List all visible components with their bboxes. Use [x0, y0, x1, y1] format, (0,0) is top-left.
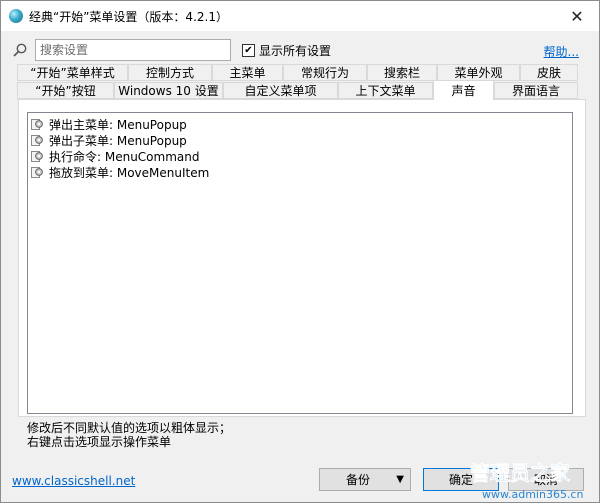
chevron-down-icon: ▼ — [396, 474, 404, 485]
tab-skin[interactable]: 皮肤 — [520, 64, 578, 81]
list-item-label: 拖放到菜单: MoveMenuItem — [49, 165, 210, 180]
tab-search-box[interactable]: 搜索栏 — [367, 64, 437, 81]
title-bar: 经典“开始”菜单设置（版本：4.2.1） ✕ — [1, 1, 599, 31]
sound-settings-icon — [31, 151, 43, 162]
list-item-label: 执行命令: MenuCommand — [49, 149, 200, 164]
list-item[interactable]: 拖放到菜单: MoveMenuItem — [31, 164, 572, 180]
search-icon — [13, 43, 27, 57]
tab-start-button[interactable]: “开始”按钮 — [17, 82, 114, 99]
list-item[interactable]: 弹出子菜单: MenuPopup — [31, 132, 572, 148]
show-all-settings[interactable]: ✔ 显示所有设置 — [242, 42, 331, 59]
app-icon — [9, 9, 23, 23]
show-all-checkbox[interactable]: ✔ — [242, 44, 255, 57]
svg-text:www.admin365.cn: www.admin365.cn — [482, 488, 583, 501]
right-click-hint-note: 右键点击选项显示操作菜单 — [27, 435, 172, 449]
tab-menu-look[interactable]: 菜单外观 — [437, 64, 520, 81]
settings-window: 经典“开始”菜单设置（版本：4.2.1） ✕ ✔ 显示所有设置 帮助... “开… — [0, 0, 600, 503]
backup-button[interactable]: 备份 ▼ — [319, 468, 411, 491]
sound-settings-icon — [31, 135, 43, 146]
tab-main-menu[interactable]: 主菜单 — [212, 64, 283, 81]
list-item-label: 弹出主菜单: MenuPopup — [49, 117, 187, 132]
sound-settings-list[interactable]: 弹出主菜单: MenuPopup 弹出子菜单: MenuPopup 执行命令: … — [27, 112, 573, 414]
tab-windows10-settings[interactable]: Windows 10 设置 — [114, 82, 223, 99]
tab-custom-menu-items[interactable]: 自定义菜单项 — [223, 82, 338, 99]
tab-start-menu-style[interactable]: “开始”菜单样式 — [17, 64, 128, 81]
help-link[interactable]: 帮助... — [544, 43, 579, 60]
sound-settings-icon — [31, 119, 43, 130]
tab-control[interactable]: 控制方式 — [128, 64, 212, 81]
list-item[interactable]: 弹出主菜单: MenuPopup — [31, 116, 572, 132]
list-item-label: 弹出子菜单: MenuPopup — [49, 133, 187, 148]
search-input[interactable] — [35, 39, 231, 61]
tab-general-behavior[interactable]: 常规行为 — [283, 64, 367, 81]
backup-label: 备份 — [345, 473, 370, 487]
close-button[interactable]: ✕ — [555, 1, 599, 31]
sound-settings-icon — [31, 167, 43, 178]
tab-sounds[interactable]: 声音 — [433, 80, 494, 100]
tab-ui-language[interactable]: 界面语言 — [494, 82, 578, 99]
list-item[interactable]: 执行命令: MenuCommand — [31, 148, 572, 164]
website-link[interactable]: www.classicshell.net — [12, 474, 135, 488]
window-title: 经典“开始”菜单设置（版本：4.2.1） — [29, 10, 228, 24]
svg-text:管理员之家: 管理员之家 — [470, 461, 571, 485]
show-all-label: 显示所有设置 — [259, 44, 332, 58]
tab-context-menu[interactable]: 上下文菜单 — [338, 82, 433, 99]
site-watermark: 管理员之家 www.admin365.cn — [470, 461, 584, 501]
